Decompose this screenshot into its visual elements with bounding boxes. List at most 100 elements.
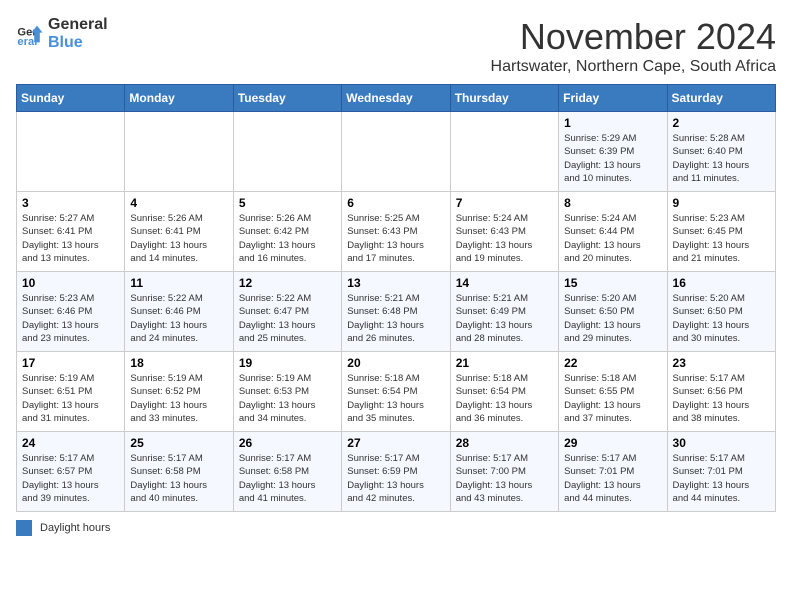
day-info: Sunrise: 5:20 AM Sunset: 6:50 PM Dayligh… xyxy=(564,292,661,345)
calendar-cell: 8 Sunrise: 5:24 AM Sunset: 6:44 PM Daylig… xyxy=(559,192,667,272)
title-block: November 2024 Hartswater, Northern Cape,… xyxy=(491,16,776,76)
calendar-cell: 5Sunrise: 5:26 AM Sunset: 6:42 PM Daylig… xyxy=(233,192,341,272)
calendar-cell: 23Sunrise: 5:17 AM Sunset: 6:56 PM Dayli… xyxy=(667,352,775,432)
day-number: 13 xyxy=(347,276,444,290)
calendar-table: SundayMondayTuesdayWednesdayThursdayFrid… xyxy=(16,84,776,512)
day-info: Sunrise: 5:17 AM Sunset: 6:57 PM Dayligh… xyxy=(22,452,119,505)
day-info: Sunrise: 5:22 AM Sunset: 6:46 PM Dayligh… xyxy=(130,292,227,345)
legend-label: Daylight hours xyxy=(40,522,110,534)
calendar-cell xyxy=(17,112,125,192)
calendar-cell: 22Sunrise: 5:18 AM Sunset: 6:55 PM Dayli… xyxy=(559,352,667,432)
calendar-cell: 28 Sunrise: 5:17 AM Sunset: 7:00 PM Dayli… xyxy=(450,432,558,512)
calendar-cell: 9 Sunrise: 5:23 AM Sunset: 6:45 PM Daylig… xyxy=(667,192,775,272)
day-info: Sunrise: 5:21 AM Sunset: 6:49 PM Dayligh… xyxy=(456,292,553,345)
day-number: 15 xyxy=(564,276,661,290)
day-header-thursday: Thursday xyxy=(450,85,558,112)
calendar-cell: 26Sunrise: 5:17 AM Sunset: 6:58 PM Dayli… xyxy=(233,432,341,512)
calendar-header-row: SundayMondayTuesdayWednesdayThursdayFrid… xyxy=(17,85,776,112)
day-info: Sunrise: 5:20 AM Sunset: 6:50 PM Dayligh… xyxy=(673,292,770,345)
day-number: 4 xyxy=(130,196,227,210)
legend-box xyxy=(16,520,32,536)
day-info: Sunrise: 5:25 AM Sunset: 6:43 PM Dayligh… xyxy=(347,212,444,265)
day-info: Sunrise: 5:17 AM Sunset: 7:00 PM Dayligh… xyxy=(456,452,553,505)
calendar-cell: 24Sunrise: 5:17 AM Sunset: 6:57 PM Dayli… xyxy=(17,432,125,512)
day-info: Sunrise: 5:18 AM Sunset: 6:54 PM Dayligh… xyxy=(456,372,553,425)
day-info: Sunrise: 5:21 AM Sunset: 6:48 PM Dayligh… xyxy=(347,292,444,345)
day-number: 21 xyxy=(456,356,553,370)
day-number: 28 xyxy=(456,436,553,450)
day-number: 30 xyxy=(673,436,770,450)
calendar-cell xyxy=(233,112,341,192)
day-info: Sunrise: 5:26 AM Sunset: 6:41 PM Dayligh… xyxy=(130,212,227,265)
calendar-cell xyxy=(342,112,450,192)
day-info: Sunrise: 5:22 AM Sunset: 6:47 PM Dayligh… xyxy=(239,292,336,345)
day-header-tuesday: Tuesday xyxy=(233,85,341,112)
day-header-monday: Monday xyxy=(125,85,233,112)
day-header-saturday: Saturday xyxy=(667,85,775,112)
day-info: Sunrise: 5:17 AM Sunset: 7:01 PM Dayligh… xyxy=(564,452,661,505)
calendar-cell: 7 Sunrise: 5:24 AM Sunset: 6:43 PM Daylig… xyxy=(450,192,558,272)
day-info: Sunrise: 5:18 AM Sunset: 6:54 PM Dayligh… xyxy=(347,372,444,425)
calendar-cell: 14 Sunrise: 5:21 AM Sunset: 6:49 PM Dayli… xyxy=(450,272,558,352)
day-info: Sunrise: 5:17 AM Sunset: 6:59 PM Dayligh… xyxy=(347,452,444,505)
calendar-week-row: 24Sunrise: 5:17 AM Sunset: 6:57 PM Dayli… xyxy=(17,432,776,512)
day-number: 17 xyxy=(22,356,119,370)
day-number: 18 xyxy=(130,356,227,370)
day-info: Sunrise: 5:27 AM Sunset: 6:41 PM Dayligh… xyxy=(22,212,119,265)
month-title: November 2024 xyxy=(491,16,776,58)
day-number: 2 xyxy=(673,116,770,130)
day-number: 7 xyxy=(456,196,553,210)
calendar-cell: 3Sunrise: 5:27 AM Sunset: 6:41 PM Daylig… xyxy=(17,192,125,272)
calendar-cell: 12 Sunrise: 5:22 AM Sunset: 6:47 PM Dayli… xyxy=(233,272,341,352)
day-info: Sunrise: 5:17 AM Sunset: 7:01 PM Dayligh… xyxy=(673,452,770,505)
calendar-cell: 13 Sunrise: 5:21 AM Sunset: 6:48 PM Dayli… xyxy=(342,272,450,352)
legend: Daylight hours xyxy=(16,520,776,536)
day-info: Sunrise: 5:19 AM Sunset: 6:52 PM Dayligh… xyxy=(130,372,227,425)
day-info: Sunrise: 5:24 AM Sunset: 6:44 PM Dayligh… xyxy=(564,212,661,265)
day-number: 25 xyxy=(130,436,227,450)
calendar-cell: 21 Sunrise: 5:18 AM Sunset: 6:54 PM Dayli… xyxy=(450,352,558,432)
calendar-week-row: 10Sunrise: 5:23 AM Sunset: 6:46 PM Dayli… xyxy=(17,272,776,352)
day-header-friday: Friday xyxy=(559,85,667,112)
calendar-week-row: 1Sunrise: 5:29 AM Sunset: 6:39 PM Daylig… xyxy=(17,112,776,192)
calendar-cell: 25Sunrise: 5:17 AM Sunset: 6:58 PM Dayli… xyxy=(125,432,233,512)
calendar-cell: 1Sunrise: 5:29 AM Sunset: 6:39 PM Daylig… xyxy=(559,112,667,192)
day-number: 11 xyxy=(130,276,227,290)
calendar-cell: 11 Sunrise: 5:22 AM Sunset: 6:46 PM Dayli… xyxy=(125,272,233,352)
calendar-cell: 18 Sunrise: 5:19 AM Sunset: 6:52 PM Dayli… xyxy=(125,352,233,432)
day-header-wednesday: Wednesday xyxy=(342,85,450,112)
day-info: Sunrise: 5:23 AM Sunset: 6:45 PM Dayligh… xyxy=(673,212,770,265)
calendar-cell: 6Sunrise: 5:25 AM Sunset: 6:43 PM Daylig… xyxy=(342,192,450,272)
day-info: Sunrise: 5:18 AM Sunset: 6:55 PM Dayligh… xyxy=(564,372,661,425)
day-number: 9 xyxy=(673,196,770,210)
calendar-cell: 30 Sunrise: 5:17 AM Sunset: 7:01 PM Dayli… xyxy=(667,432,775,512)
day-info: Sunrise: 5:17 AM Sunset: 6:58 PM Dayligh… xyxy=(239,452,336,505)
day-number: 12 xyxy=(239,276,336,290)
day-info: Sunrise: 5:19 AM Sunset: 6:53 PM Dayligh… xyxy=(239,372,336,425)
day-number: 29 xyxy=(564,436,661,450)
calendar-cell xyxy=(450,112,558,192)
day-number: 27 xyxy=(347,436,444,450)
calendar-cell: 20Sunrise: 5:18 AM Sunset: 6:54 PM Dayli… xyxy=(342,352,450,432)
day-info: Sunrise: 5:26 AM Sunset: 6:42 PM Dayligh… xyxy=(239,212,336,265)
calendar-cell: 4 Sunrise: 5:26 AM Sunset: 6:41 PM Daylig… xyxy=(125,192,233,272)
calendar-cell xyxy=(125,112,233,192)
day-number: 14 xyxy=(456,276,553,290)
calendar-week-row: 17Sunrise: 5:19 AM Sunset: 6:51 PM Dayli… xyxy=(17,352,776,432)
day-number: 16 xyxy=(673,276,770,290)
calendar-cell: 2 Sunrise: 5:28 AM Sunset: 6:40 PM Daylig… xyxy=(667,112,775,192)
calendar-week-row: 3Sunrise: 5:27 AM Sunset: 6:41 PM Daylig… xyxy=(17,192,776,272)
day-number: 8 xyxy=(564,196,661,210)
day-info: Sunrise: 5:23 AM Sunset: 6:46 PM Dayligh… xyxy=(22,292,119,345)
calendar-cell: 27 Sunrise: 5:17 AM Sunset: 6:59 PM Dayli… xyxy=(342,432,450,512)
calendar-cell: 15 Sunrise: 5:20 AM Sunset: 6:50 PM Dayli… xyxy=(559,272,667,352)
day-info: Sunrise: 5:28 AM Sunset: 6:40 PM Dayligh… xyxy=(673,132,770,185)
calendar-cell: 19 Sunrise: 5:19 AM Sunset: 6:53 PM Dayli… xyxy=(233,352,341,432)
day-number: 19 xyxy=(239,356,336,370)
calendar-cell: 17Sunrise: 5:19 AM Sunset: 6:51 PM Dayli… xyxy=(17,352,125,432)
day-number: 1 xyxy=(564,116,661,130)
day-info: Sunrise: 5:24 AM Sunset: 6:43 PM Dayligh… xyxy=(456,212,553,265)
logo-line1: General xyxy=(48,16,108,34)
calendar-cell: 29 Sunrise: 5:17 AM Sunset: 7:01 PM Dayli… xyxy=(559,432,667,512)
calendar-cell: 16 Sunrise: 5:20 AM Sunset: 6:50 PM Dayli… xyxy=(667,272,775,352)
